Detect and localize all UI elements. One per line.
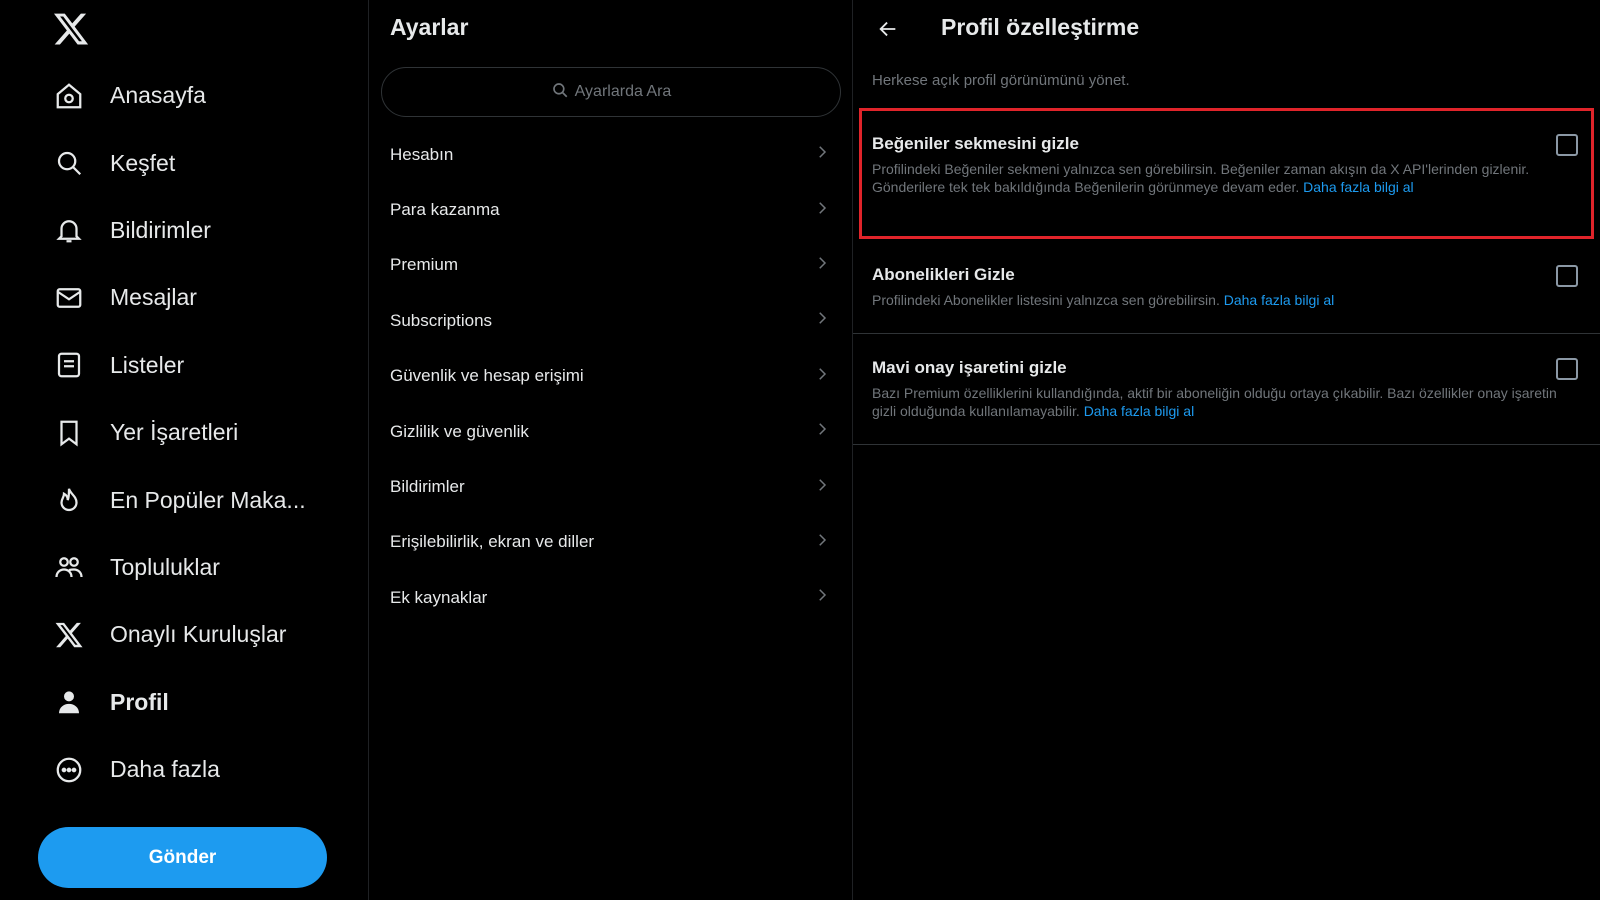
settings-item-label: Subscriptions xyxy=(390,310,493,330)
settings-item-label: Gizlilik ve güvenlik xyxy=(390,421,529,441)
primary-nav: Anasayfa Keşfet Bildirimler Mesajlar Lis… xyxy=(0,62,369,803)
hide-subscriptions-checkbox[interactable] xyxy=(1556,265,1578,287)
nav-item-explore[interactable]: Keşfet xyxy=(0,129,369,196)
option-description: Profilindeki Abonelikler listesini yalnı… xyxy=(872,291,1562,309)
nav-item-top-articles[interactable]: En Popüler Maka... xyxy=(0,466,369,533)
option-title: Abonelikleri Gizle xyxy=(872,265,1015,284)
communities-icon xyxy=(52,550,86,584)
settings-panel: Ayarlar Ayarlarda Ara Hesabın Para kazan… xyxy=(369,0,853,900)
nav-label: Bildirimler xyxy=(110,216,211,243)
settings-item-monetization[interactable]: Para kazanma xyxy=(369,182,853,237)
left-sidebar: Anasayfa Keşfet Bildirimler Mesajlar Lis… xyxy=(0,0,369,900)
option-hide-subscriptions: Abonelikleri Gizle Profilindeki Abonelik… xyxy=(853,265,1600,309)
settings-item-label: Hesabın xyxy=(390,144,454,164)
x-logo-icon xyxy=(52,618,86,652)
home-icon xyxy=(52,79,86,113)
settings-item-label: Bildirimler xyxy=(390,477,465,497)
post-button[interactable]: Gönder xyxy=(38,827,327,888)
nav-item-notifications[interactable]: Bildirimler xyxy=(0,197,369,264)
mail-icon xyxy=(52,281,86,315)
hide-checkmark-checkbox[interactable] xyxy=(1556,358,1578,380)
nav-item-verified-orgs[interactable]: Onaylı Kuruluşlar xyxy=(0,601,369,668)
learn-more-link[interactable]: Daha fazla bilgi al xyxy=(1303,179,1414,195)
option-title: Beğeniler sekmesini gizle xyxy=(872,134,1079,153)
nav-item-profile[interactable]: Profil xyxy=(0,669,369,736)
option-desc-text: Profilindeki Abonelikler listesini yalnı… xyxy=(872,292,1220,308)
nav-item-lists[interactable]: Listeler xyxy=(0,332,369,399)
search-icon xyxy=(52,146,86,180)
settings-item-resources[interactable]: Ek kaynaklar xyxy=(369,570,853,625)
option-description: Bazı Premium özelliklerini kullandığında… xyxy=(872,384,1562,420)
learn-more-link[interactable]: Daha fazla bilgi al xyxy=(1224,292,1335,308)
chevron-right-icon xyxy=(813,531,831,554)
settings-item-privacy[interactable]: Gizlilik ve güvenlik xyxy=(369,404,853,459)
chevron-right-icon xyxy=(813,476,831,499)
nav-item-communities[interactable]: Topluluklar xyxy=(0,534,369,601)
nav-label: Yer İşaretleri xyxy=(110,419,239,446)
nav-label: Anasayfa xyxy=(110,82,206,109)
nav-item-home[interactable]: Anasayfa xyxy=(0,62,369,129)
bookmark-icon xyxy=(52,416,86,450)
list-icon xyxy=(52,348,86,382)
x-logo-icon[interactable] xyxy=(52,10,90,48)
chevron-right-icon xyxy=(813,143,831,166)
nav-label: En Popüler Maka... xyxy=(110,486,306,513)
chevron-right-icon xyxy=(813,254,831,277)
flame-icon xyxy=(52,483,86,517)
settings-item-label: Ek kaynaklar xyxy=(390,587,488,607)
person-icon xyxy=(52,685,86,719)
nav-label: Listeler xyxy=(110,351,185,378)
profile-customization-panel: Profil özelleştirme Herkese açık profil … xyxy=(853,0,1600,900)
settings-item-label: Premium xyxy=(390,255,459,275)
nav-label: Topluluklar xyxy=(110,553,220,580)
chevron-right-icon xyxy=(813,420,831,443)
settings-item-label: Para kazanma xyxy=(390,200,500,220)
option-title: Mavi onay işaretini gizle xyxy=(872,358,1067,377)
divider xyxy=(853,444,1600,445)
settings-search-input[interactable]: Ayarlarda Ara xyxy=(381,67,841,117)
settings-item-label: Erişilebilirlik, ekran ve diller xyxy=(390,532,595,552)
option-desc-text: Bazı Premium özelliklerini kullandığında… xyxy=(872,385,1557,419)
settings-item-account[interactable]: Hesabın xyxy=(369,127,853,182)
chevron-right-icon xyxy=(813,309,831,332)
nav-item-bookmarks[interactable]: Yer İşaretleri xyxy=(0,399,369,466)
more-circle-icon xyxy=(52,753,86,787)
chevron-right-icon xyxy=(813,365,831,388)
page-title: Profil özelleştirme xyxy=(941,14,1140,40)
hide-likes-checkbox[interactable] xyxy=(1556,134,1578,156)
option-hide-checkmark: Mavi onay işaretini gizle Bazı Premium ö… xyxy=(853,358,1600,420)
nav-label: Onaylı Kuruluşlar xyxy=(110,621,287,648)
settings-title: Ayarlar xyxy=(390,14,469,40)
settings-item-subscriptions[interactable]: Subscriptions xyxy=(369,293,853,348)
learn-more-link[interactable]: Daha fazla bilgi al xyxy=(1084,403,1195,419)
chevron-right-icon xyxy=(813,586,831,609)
option-desc-text: Profilindeki Beğeniler sekmeni yalnızca … xyxy=(872,161,1530,195)
chevron-right-icon xyxy=(813,199,831,222)
option-hide-likes: Beğeniler sekmesini gizle Profilindeki B… xyxy=(853,134,1600,196)
nav-label: Daha fazla xyxy=(110,756,220,783)
option-description: Profilindeki Beğeniler sekmeni yalnızca … xyxy=(872,160,1562,196)
nav-item-messages[interactable]: Mesajlar xyxy=(0,264,369,331)
search-icon xyxy=(551,81,575,104)
bell-icon xyxy=(52,213,86,247)
back-arrow-icon[interactable] xyxy=(873,14,903,44)
nav-item-more[interactable]: Daha fazla xyxy=(0,736,369,803)
search-placeholder: Ayarlarda Ara xyxy=(574,83,672,100)
divider xyxy=(853,333,1600,334)
settings-item-label: Güvenlik ve hesap erişimi xyxy=(390,366,584,386)
settings-item-security[interactable]: Güvenlik ve hesap erişimi xyxy=(369,349,853,404)
settings-item-accessibility[interactable]: Erişilebilirlik, ekran ve diller xyxy=(369,515,853,570)
nav-label: Mesajlar xyxy=(110,284,197,311)
settings-item-notifications[interactable]: Bildirimler xyxy=(369,459,853,514)
settings-item-premium[interactable]: Premium xyxy=(369,238,853,293)
nav-label: Keşfet xyxy=(110,149,176,176)
nav-label: Profil xyxy=(110,688,169,715)
page-subtitle: Herkese açık profil görünümünü yönet. xyxy=(872,72,1130,89)
settings-menu: Hesabın Para kazanma Premium Subscriptio… xyxy=(369,127,853,626)
